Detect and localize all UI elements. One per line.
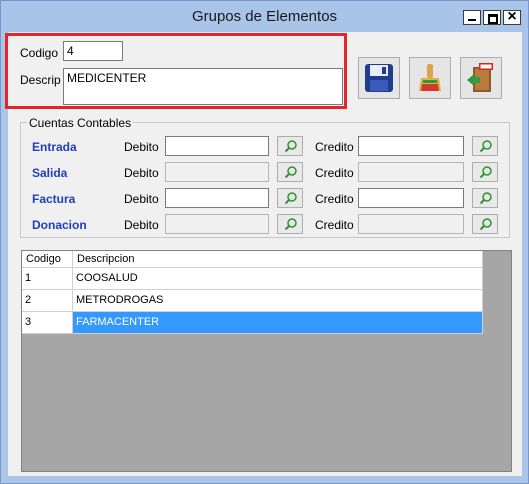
table-row-codigo[interactable]: 3 bbox=[22, 312, 73, 334]
factura-credito-input[interactable] bbox=[358, 188, 464, 208]
factura-debito-search-button[interactable] bbox=[277, 188, 303, 208]
salida-debito-label: Debito bbox=[124, 166, 159, 180]
table-row-descripcion[interactable]: METRODROGAS bbox=[73, 290, 483, 312]
salida-credito-label: Credito bbox=[315, 166, 354, 180]
clean-button[interactable] bbox=[409, 57, 451, 99]
close-button[interactable] bbox=[503, 8, 521, 26]
exit-door-icon bbox=[467, 63, 493, 92]
entrada-debito-input[interactable] bbox=[165, 136, 269, 156]
table-row-descripcion[interactable]: COOSALUD bbox=[73, 268, 483, 290]
donacion-credito-input[interactable] bbox=[358, 214, 464, 234]
maximize-button[interactable] bbox=[483, 10, 501, 25]
descrip-input[interactable]: MEDICENTER bbox=[63, 68, 343, 105]
broom-icon bbox=[419, 64, 441, 91]
search-icon bbox=[479, 192, 492, 205]
factura-debito-input[interactable] bbox=[165, 188, 269, 208]
donacion-label: Donacion bbox=[32, 218, 87, 232]
factura-credito-label: Credito bbox=[315, 192, 354, 206]
salida-credito-input[interactable] bbox=[358, 162, 464, 182]
entrada-credito-label: Credito bbox=[315, 140, 354, 154]
table-row-codigo[interactable]: 1 bbox=[22, 268, 73, 290]
codigo-label: Codigo bbox=[20, 46, 59, 60]
search-icon bbox=[284, 166, 297, 179]
factura-label: Factura bbox=[32, 192, 76, 206]
data-grid[interactable]: Codigo Descripcion 1 COOSALUD 2 METRODRO… bbox=[21, 250, 512, 472]
donacion-debito-label: Debito bbox=[124, 218, 159, 232]
save-button[interactable] bbox=[358, 57, 400, 99]
entrada-credito-search-button[interactable] bbox=[472, 136, 498, 156]
entrada-debito-label: Debito bbox=[124, 140, 159, 154]
minimize-button[interactable] bbox=[463, 10, 481, 25]
save-icon bbox=[365, 64, 393, 92]
table-row-codigo[interactable]: 2 bbox=[22, 290, 73, 312]
codigo-input[interactable]: 4 bbox=[63, 41, 123, 61]
search-icon bbox=[479, 166, 492, 179]
descrip-label: Descrip bbox=[20, 73, 61, 87]
search-icon bbox=[284, 192, 297, 205]
factura-credito-search-button[interactable] bbox=[472, 188, 498, 208]
title-bar[interactable]: Grupos de Elementos bbox=[1, 1, 528, 32]
exit-button[interactable] bbox=[460, 57, 502, 99]
entrada-credito-input[interactable] bbox=[358, 136, 464, 156]
donacion-debito-search-button[interactable] bbox=[277, 214, 303, 234]
cuentas-group-title: Cuentas Contables bbox=[27, 116, 134, 130]
donacion-credito-search-button[interactable] bbox=[472, 214, 498, 234]
column-header-codigo[interactable]: Codigo bbox=[22, 251, 73, 268]
search-icon bbox=[284, 218, 297, 231]
salida-debito-input[interactable] bbox=[165, 162, 269, 182]
entrada-label: Entrada bbox=[32, 140, 77, 154]
window-title: Grupos de Elementos bbox=[191, 8, 338, 25]
salida-label: Salida bbox=[32, 166, 68, 180]
search-icon bbox=[284, 140, 297, 153]
donacion-debito-input[interactable] bbox=[165, 214, 269, 234]
factura-debito-label: Debito bbox=[124, 192, 159, 206]
donacion-credito-label: Credito bbox=[315, 218, 354, 232]
entrada-debito-search-button[interactable] bbox=[277, 136, 303, 156]
search-icon bbox=[479, 140, 492, 153]
table-row-descripcion-selected[interactable]: FARMACENTER bbox=[73, 312, 483, 334]
salida-credito-search-button[interactable] bbox=[472, 162, 498, 182]
search-icon bbox=[479, 218, 492, 231]
salida-debito-search-button[interactable] bbox=[277, 162, 303, 182]
column-header-descripcion[interactable]: Descripcion bbox=[73, 251, 483, 268]
window: Grupos de Elementos Codigo 4 Descrip MED… bbox=[0, 0, 529, 484]
